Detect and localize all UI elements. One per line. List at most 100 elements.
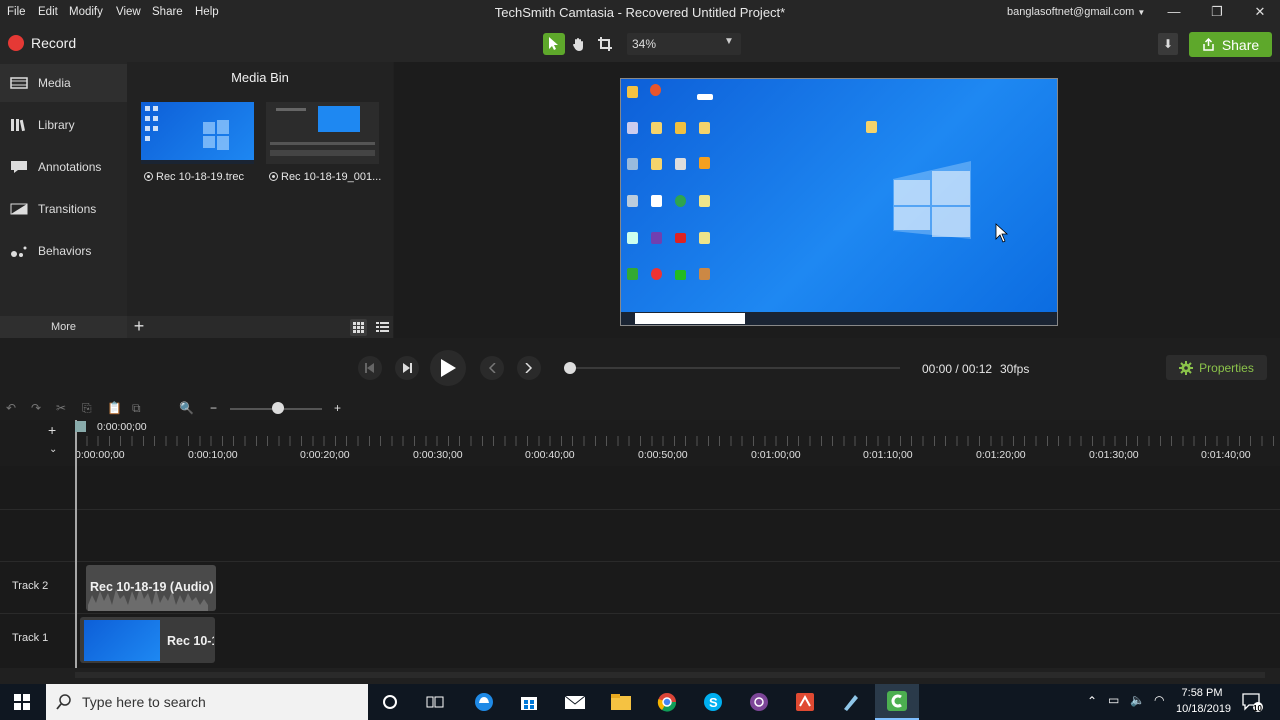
media-bin-panel: [127, 62, 393, 316]
track-name: Track 2: [12, 580, 49, 592]
folder-icon: [651, 158, 662, 170]
grid-view-icon[interactable]: [350, 319, 367, 336]
tor-browser-icon[interactable]: [747, 690, 771, 714]
presentation-app-icon[interactable]: [793, 690, 817, 714]
download-icon[interactable]: ⬇: [1158, 33, 1178, 55]
frame-rate: 30fps: [1000, 362, 1030, 376]
playhead-time: 0:00:00;00: [97, 421, 147, 433]
add-track-icon[interactable]: +: [48, 422, 56, 438]
windows-start-icon[interactable]: [10, 690, 34, 714]
account-email: banglasoftnet@gmail.com: [1007, 6, 1135, 18]
zoom-in-icon[interactable]: +: [334, 401, 341, 415]
record-icon[interactable]: [8, 35, 24, 51]
desktop-icon: [699, 232, 710, 244]
ruler-label: 0:00:20;00: [300, 449, 350, 461]
track-name: Track 1: [12, 632, 49, 644]
scrubber-handle[interactable]: [564, 362, 576, 374]
video-clip-label: Rec 10-18-19: [167, 634, 214, 648]
pan-tool-icon[interactable]: [568, 33, 590, 55]
ruler-label: 0:01:40;00: [1201, 449, 1251, 461]
add-media-icon[interactable]: +: [131, 316, 147, 338]
store-icon[interactable]: [517, 690, 541, 714]
ruler-label: 0:00:30;00: [413, 449, 463, 461]
zoom-out-icon[interactable]: −: [210, 401, 217, 415]
previous-icon[interactable]: [480, 356, 504, 380]
sidebar-item-media[interactable]: Media: [0, 64, 127, 102]
close-icon[interactable]: ✕: [1250, 4, 1270, 22]
zoom-search-icon[interactable]: 🔍: [179, 401, 194, 415]
more-button[interactable]: More: [0, 316, 127, 338]
ruler-label: 0:00:40;00: [525, 449, 575, 461]
desktop-icon: [627, 122, 638, 134]
select-tool-icon[interactable]: [543, 33, 565, 55]
chevron-down-icon[interactable]: ⌄: [49, 444, 57, 455]
desktop-icon: [699, 195, 710, 207]
battery-icon[interactable]: ▭: [1108, 693, 1119, 707]
file-explorer-icon[interactable]: [609, 690, 633, 714]
playhead-line[interactable]: [75, 420, 77, 668]
split-icon[interactable]: ⧉: [132, 401, 141, 416]
properties-button[interactable]: Properties: [1166, 355, 1267, 380]
wifi-icon[interactable]: ◠: [1154, 693, 1164, 707]
minimize-icon[interactable]: —: [1164, 4, 1184, 22]
record-button[interactable]: Record: [31, 35, 76, 51]
media-thumbnail[interactable]: [266, 102, 379, 164]
media-item-label: Rec 10-18-19_001...: [269, 171, 381, 183]
playhead-handle[interactable]: [75, 421, 86, 432]
media-icon: [10, 76, 28, 90]
sidebar-item-behaviors[interactable]: Behaviors: [0, 232, 127, 270]
undo-icon[interactable]: ↶: [6, 401, 16, 415]
paste-icon[interactable]: 📋: [107, 401, 122, 415]
desktop-icon: [697, 94, 713, 100]
notes-app-icon[interactable]: [839, 690, 863, 714]
sidebar-item-annotations[interactable]: Annotations: [0, 148, 127, 186]
mail-icon[interactable]: [563, 690, 587, 714]
crop-tool-icon[interactable]: [594, 33, 616, 55]
chrome-icon: [675, 195, 686, 207]
media-thumbnail[interactable]: [141, 102, 254, 164]
redo-icon[interactable]: ↷: [31, 401, 41, 415]
desktop-icon: [651, 195, 662, 207]
step-back-icon[interactable]: [358, 356, 382, 380]
clock-date[interactable]: 10/18/2019: [1176, 703, 1231, 715]
ruler-label: 0:01:20;00: [976, 449, 1026, 461]
desktop-icon: [675, 158, 686, 170]
account-menu[interactable]: banglasoftnet@gmail.com ▼: [1007, 6, 1145, 18]
chrome-icon[interactable]: [655, 690, 679, 714]
folder-icon: [651, 122, 662, 134]
restore-icon[interactable]: ❐: [1207, 4, 1227, 22]
ruler-label: 0:00:00;00: [75, 449, 125, 461]
timecode: 00:00 / 00:12: [922, 362, 993, 376]
sidebar-item-label: Transitions: [38, 202, 97, 216]
camtasia-icon: [627, 268, 638, 280]
chevron-up-icon[interactable]: ⌃: [1087, 694, 1097, 708]
clock-time[interactable]: 7:58 PM: [1176, 687, 1228, 699]
camtasia-taskbar-icon[interactable]: [875, 684, 919, 720]
edge-icon[interactable]: [472, 690, 496, 714]
desktop-icon: [699, 268, 710, 280]
properties-label: Properties: [1199, 360, 1254, 375]
share-button[interactable]: Share: [1189, 32, 1272, 57]
timeline-zoom-handle[interactable]: [272, 402, 284, 414]
list-view-icon[interactable]: [374, 319, 391, 336]
skype-icon[interactable]: S: [701, 690, 725, 714]
next-icon[interactable]: [517, 356, 541, 380]
timeline-ruler[interactable]: [75, 436, 1280, 446]
task-view-icon[interactable]: [423, 690, 447, 714]
copy-icon[interactable]: ⎘: [82, 401, 92, 416]
sidebar-item-transitions[interactable]: Transitions: [0, 190, 127, 228]
cortana-icon[interactable]: [378, 690, 402, 714]
play-icon[interactable]: [430, 350, 466, 386]
sidebar-item-label: Library: [38, 118, 75, 132]
scrubber-track[interactable]: [570, 367, 900, 369]
volume-icon[interactable]: 🔈: [1130, 693, 1145, 707]
zoom-value: 34%: [632, 37, 657, 51]
video-clip-thumbnail: [84, 620, 160, 661]
sidebar-item-library[interactable]: Library: [0, 106, 127, 144]
media-item-label: Rec 10-18-19.trec: [144, 171, 244, 183]
step-forward-icon[interactable]: [395, 356, 419, 380]
taskbar-search-placeholder: Type here to search: [82, 694, 206, 710]
desktop-icon: [627, 158, 638, 170]
cut-icon[interactable]: ✂: [56, 401, 66, 415]
timeline-scrollbar[interactable]: [75, 672, 1265, 678]
